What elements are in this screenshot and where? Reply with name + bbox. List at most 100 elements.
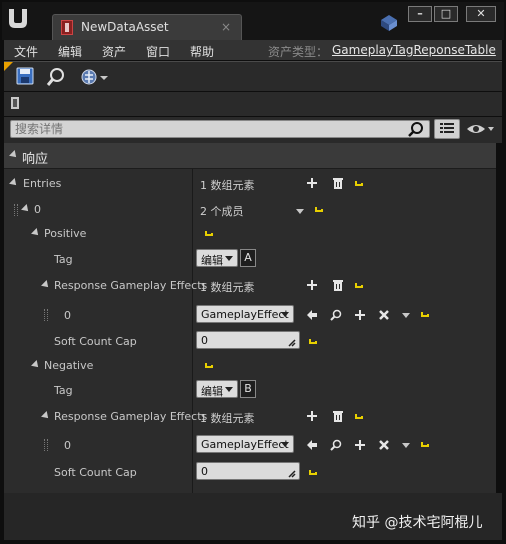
- tab-title: NewDataAsset: [81, 20, 169, 34]
- use-selected-arrow-icon[interactable]: [306, 309, 318, 321]
- unreal-logo-icon: [6, 6, 30, 32]
- entry-members-value: 2 个成员: [200, 205, 244, 218]
- document-tab[interactable]: NewDataAsset ×: [52, 14, 242, 40]
- soft-count-cap-field[interactable]: 0: [196, 462, 300, 480]
- expand-arrow-icon[interactable]: [31, 228, 41, 238]
- property-matrix-button[interactable]: [434, 119, 460, 139]
- category-response[interactable]: 响应: [4, 143, 496, 169]
- data-asset-icon: [61, 20, 73, 35]
- gameplay-effect-picker[interactable]: GameplayEffect: [196, 435, 294, 453]
- gameplay-effect-value: GameplayEffect: [201, 308, 289, 321]
- browse-search-icon[interactable]: [330, 309, 342, 321]
- toolbar: [4, 61, 502, 91]
- soft-count-cap-value: 0: [201, 465, 208, 478]
- asset-type-link[interactable]: GameplayTagReponseTable: [332, 43, 496, 57]
- expand-arrow-icon[interactable]: [41, 411, 51, 421]
- chevron-down-icon: [225, 256, 233, 261]
- drag-handle-icon[interactable]: [44, 439, 50, 451]
- property-row-negative-tag: Tag 编辑 B: [4, 378, 496, 402]
- soft-count-cap-field[interactable]: 0: [196, 331, 300, 349]
- expand-arrow-icon[interactable]: [41, 280, 51, 290]
- property-row-positive-cap: Soft Count Cap 0: [4, 329, 496, 353]
- reset-to-default-icon[interactable]: [204, 361, 214, 371]
- details-tab-row: [4, 92, 502, 116]
- expand-arrow-icon[interactable]: [21, 204, 31, 214]
- tag-edit-label: 编辑: [201, 385, 223, 398]
- chevron-down-icon: [281, 442, 289, 447]
- drag-handle-icon[interactable]: [14, 204, 20, 216]
- add-icon[interactable]: [354, 309, 366, 321]
- menu-help[interactable]: 帮助: [190, 43, 214, 60]
- menu-bar: 文件 编辑 资产 窗口 帮助 资产类型： GameplayTagReponseT…: [4, 40, 502, 60]
- collapse-arrow-icon[interactable]: [9, 150, 19, 160]
- maximize-button[interactable]: □: [434, 6, 458, 22]
- reset-to-default-icon[interactable]: [204, 229, 214, 239]
- tag-edit-button[interactable]: 编辑: [196, 380, 238, 398]
- property-row-positive-effects: Response Gameplay Effects 1 数组元素: [4, 275, 496, 297]
- tag-label: Tag: [54, 253, 73, 266]
- title-bar: NewDataAsset × – □ ✕: [0, 0, 506, 40]
- search-icon[interactable]: [408, 121, 424, 137]
- options-dropdown-icon[interactable]: [296, 209, 304, 214]
- tab-close-button[interactable]: ×: [221, 20, 231, 34]
- reset-to-default-icon[interactable]: [354, 179, 364, 189]
- property-row-negative-cap: Soft Count Cap 0: [4, 460, 496, 484]
- clear-x-icon[interactable]: [378, 309, 390, 321]
- tag-edit-button[interactable]: 编辑: [196, 249, 238, 267]
- resize-grip-icon: [288, 337, 296, 347]
- drag-handle-icon[interactable]: [44, 309, 50, 321]
- hierarchy-icon[interactable]: [80, 67, 110, 87]
- options-dropdown-icon[interactable]: [402, 313, 410, 318]
- entries-value: 1 数组元素: [200, 179, 255, 192]
- close-button[interactable]: ✕: [466, 6, 496, 22]
- tag-edit-label: 编辑: [201, 254, 223, 267]
- search-input[interactable]: [10, 120, 430, 138]
- add-element-icon[interactable]: [306, 410, 318, 422]
- menu-file[interactable]: 文件: [14, 43, 38, 60]
- property-row-negative: Negative: [4, 355, 496, 377]
- trash-icon[interactable]: [332, 177, 344, 189]
- reset-to-default-icon[interactable]: [354, 281, 364, 291]
- unreal-mini-icon: [380, 14, 398, 32]
- watermark: 知乎 @技术宅阿棍儿: [352, 515, 483, 531]
- effects-value: 1 数组元素: [200, 412, 255, 425]
- property-row-positive-effect-0: 0 GameplayEffect: [4, 303, 496, 327]
- reset-to-default-icon[interactable]: [308, 337, 318, 347]
- gameplay-effect-value: GameplayEffect: [201, 438, 289, 451]
- save-icon[interactable]: [16, 67, 38, 87]
- menu-asset[interactable]: 资产: [102, 43, 126, 60]
- trash-icon[interactable]: [332, 279, 344, 291]
- reset-to-default-icon[interactable]: [354, 412, 364, 422]
- reset-to-default-icon[interactable]: [314, 205, 324, 215]
- negative-label: Negative: [44, 359, 94, 372]
- soft-count-cap-value: 0: [201, 334, 208, 347]
- menu-edit[interactable]: 编辑: [58, 43, 82, 60]
- effect-index-label: 0: [64, 439, 71, 452]
- property-row-entries: Entries 1 数组元素: [4, 173, 496, 195]
- expand-arrow-icon[interactable]: [9, 178, 19, 188]
- gameplay-effect-picker[interactable]: GameplayEffect: [196, 305, 294, 323]
- options-dropdown-icon[interactable]: [402, 443, 410, 448]
- property-row-positive: Positive: [4, 223, 496, 245]
- add-element-icon[interactable]: [306, 177, 318, 189]
- add-element-icon[interactable]: [306, 279, 318, 291]
- reset-to-default-icon[interactable]: [308, 468, 318, 478]
- soft-count-cap-label: Soft Count Cap: [54, 466, 137, 479]
- minimize-button[interactable]: –: [408, 6, 432, 22]
- positive-label: Positive: [44, 227, 87, 240]
- trash-icon[interactable]: [332, 410, 344, 422]
- add-icon[interactable]: [354, 439, 366, 451]
- find-in-browser-icon[interactable]: [46, 67, 68, 87]
- use-selected-arrow-icon[interactable]: [306, 439, 318, 451]
- expand-arrow-icon[interactable]: [31, 360, 41, 370]
- browse-search-icon[interactable]: [330, 439, 342, 451]
- view-options-button[interactable]: [466, 121, 496, 137]
- clear-x-icon[interactable]: [378, 439, 390, 451]
- menu-window[interactable]: 窗口: [146, 43, 170, 60]
- reset-to-default-icon[interactable]: [420, 310, 430, 320]
- entries-label: Entries: [23, 177, 62, 190]
- resize-grip-icon: [288, 468, 296, 478]
- reset-to-default-icon[interactable]: [420, 440, 430, 450]
- property-row-negative-effect-0: 0 GameplayEffect: [4, 433, 496, 457]
- search-row: [4, 117, 502, 143]
